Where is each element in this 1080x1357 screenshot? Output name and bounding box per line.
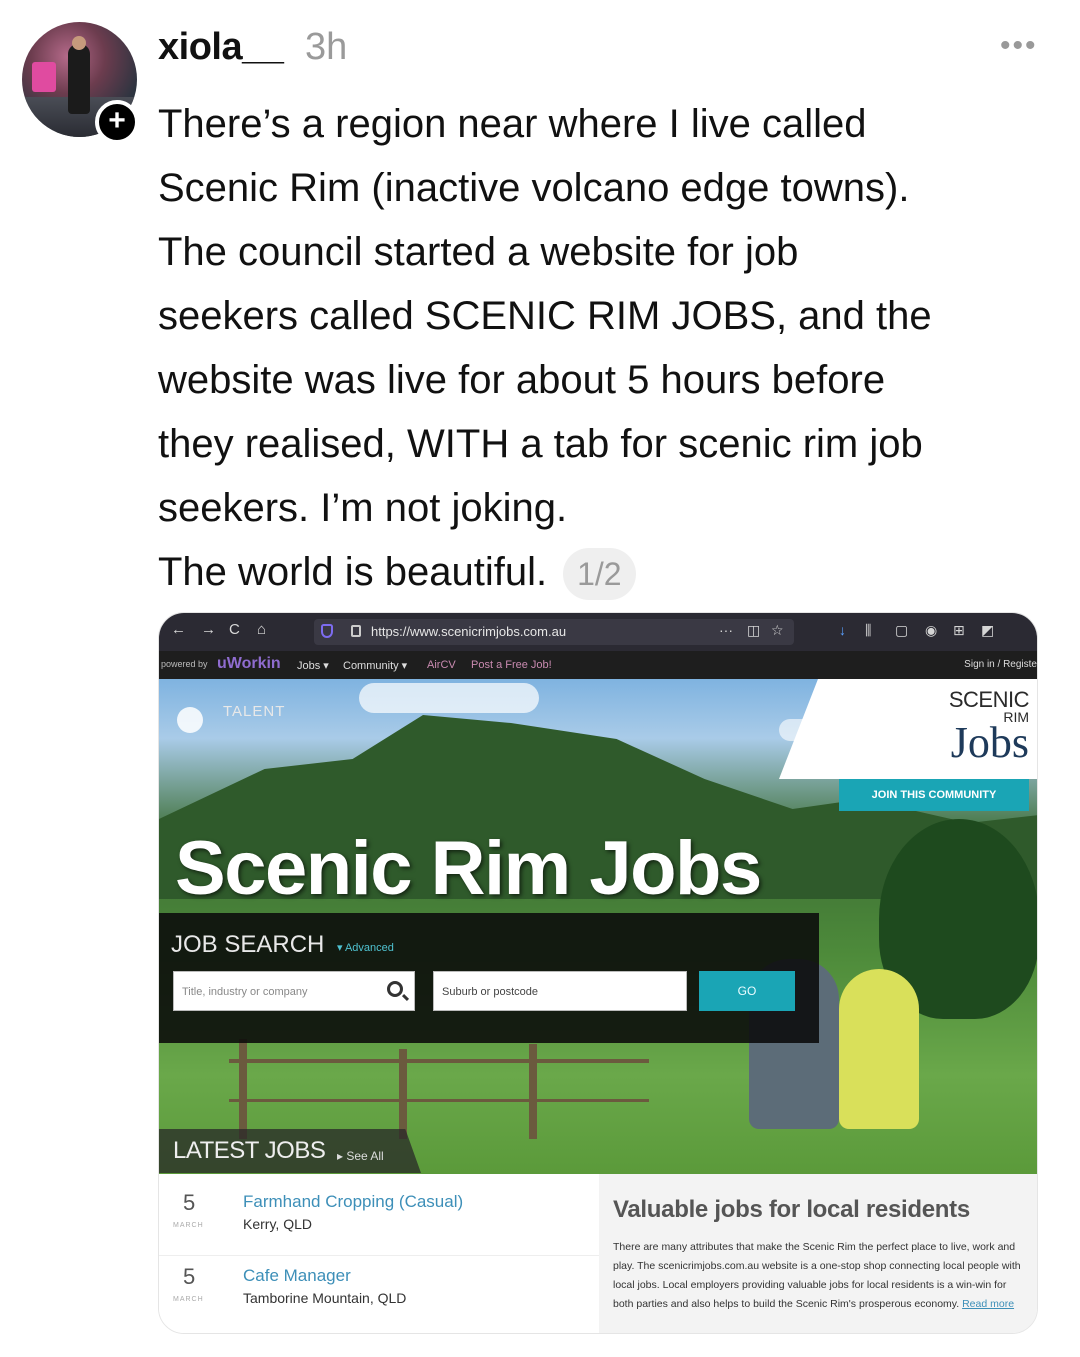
list-item: 5 MARCH Farmhand Cropping (Casual) Kerry… xyxy=(159,1186,599,1256)
sidebar-icon: ▢ xyxy=(895,622,909,638)
fence-post xyxy=(239,1039,247,1139)
nav-post-free-job: Post a Free Job! xyxy=(471,659,552,671)
more-dots-icon: ··· xyxy=(719,622,733,638)
post-line: There’s a region near where I live calle… xyxy=(158,102,867,146)
go-button: GO xyxy=(699,971,795,1011)
screenshot-icon: ◩ xyxy=(981,622,995,638)
account-icon: ◉ xyxy=(925,622,938,638)
timestamp: 3h xyxy=(305,26,348,68)
keyword-input: Title, industry or company xyxy=(173,971,415,1011)
post-line: The council started a website for job xyxy=(158,230,799,274)
see-all-link: ▸ See All xyxy=(337,1149,384,1163)
page-indicator: 1/2 xyxy=(563,548,636,601)
advanced-link: ▾ Advanced xyxy=(337,942,394,954)
info-body: There are many attributes that make the … xyxy=(613,1238,1025,1314)
post-line: they realised, WITH a tab for scenic rim… xyxy=(158,422,923,466)
job-month: MARCH xyxy=(173,1222,204,1229)
post-line: seekers. I’m not joking. xyxy=(158,486,568,530)
search-icon xyxy=(387,981,403,997)
site-logo: SCENIC RIM Jobs xyxy=(779,679,1037,779)
reload-icon: C xyxy=(229,621,240,638)
download-icon: ↓ xyxy=(839,622,846,638)
job-location: Tamborine Mountain, QLD xyxy=(243,1290,407,1306)
latest-jobs-list: 5 MARCH Farmhand Cropping (Casual) Kerry… xyxy=(159,1174,599,1333)
talent-logo-icon xyxy=(177,707,203,733)
username[interactable]: xiola__ xyxy=(158,26,284,69)
plus-icon[interactable]: + xyxy=(95,100,139,144)
info-text: There are many attributes that make the … xyxy=(613,1241,1021,1310)
shield-icon xyxy=(321,624,333,638)
info-panel: Valuable jobs for local residents There … xyxy=(599,1174,1037,1333)
hero-title: Scenic Rim Jobs xyxy=(175,826,762,911)
job-title-link: Farmhand Cropping (Casual) xyxy=(243,1192,464,1211)
info-heading: Valuable jobs for local residents xyxy=(613,1196,970,1223)
post-last-line: The world is beautiful. 1/2 xyxy=(158,540,1058,604)
location-input: Suburb or postcode xyxy=(433,971,687,1011)
job-day: 5 xyxy=(183,1264,196,1289)
star-icon: ☆ xyxy=(771,622,784,638)
fence-rail xyxy=(229,1059,649,1063)
avatar-head xyxy=(72,36,86,50)
post-line: website was live for about 5 hours befor… xyxy=(158,358,886,402)
more-dots-icon[interactable]: ••• xyxy=(1000,31,1038,61)
forward-icon: → xyxy=(201,621,216,638)
back-icon: ← xyxy=(171,621,186,638)
job-day: 5 xyxy=(183,1190,196,1215)
nav-sign-in: Sign in / Registe xyxy=(964,659,1037,670)
latest-jobs-bar: LATEST JOBS ▸ See All xyxy=(159,1129,421,1173)
post-line: seekers called SCENIC RIM JOBS, and the xyxy=(158,294,932,338)
read-more-link: Read more xyxy=(962,1298,1015,1310)
hero-banner: TALENT SCENIC RIM Jobs JOIN THIS COMMUNI… xyxy=(159,679,1037,1174)
powered-by-label: powered by xyxy=(161,659,208,669)
post-line: Scenic Rim (inactive volcano edge towns)… xyxy=(158,166,910,210)
site-brand: uWorkin xyxy=(217,655,281,672)
url-text: https://www.scenicrimjobs.com.au xyxy=(371,624,567,639)
nav-community: Community ▾ xyxy=(343,660,408,672)
job-search-title: JOB SEARCH xyxy=(171,931,325,958)
library-icon: ⫼ xyxy=(865,622,872,638)
fence-post xyxy=(529,1044,537,1139)
join-community-button: JOIN THIS COMMUNITY xyxy=(839,779,1029,811)
site-nav: powered by uWorkin Jobs ▾ Community ▾ Ai… xyxy=(159,651,1037,679)
post-line-text: The world is beautiful. xyxy=(158,550,548,594)
pocket-icon: ◫ xyxy=(747,622,761,638)
job-location: Kerry, QLD xyxy=(243,1216,312,1232)
talent-label: TALENT xyxy=(223,703,286,720)
cloud xyxy=(359,683,539,713)
person xyxy=(839,969,919,1129)
post-body: There’s a region near where I live calle… xyxy=(158,92,1058,604)
list-item: 5 MARCH Cafe Manager Tamborine Mountain,… xyxy=(159,1260,599,1330)
attached-image[interactable]: ← → C ⌂ https://www.scenicrimjobs.com.au… xyxy=(158,612,1038,1334)
browser-toolbar: ← → C ⌂ https://www.scenicrimjobs.com.au… xyxy=(159,613,1037,651)
job-title-link: Cafe Manager xyxy=(243,1266,351,1285)
job-search-panel: JOB SEARCH ▾ Advanced Title, industry or… xyxy=(159,913,819,1043)
job-month: MARCH xyxy=(173,1296,204,1303)
avatar-figure xyxy=(68,44,90,114)
fence-rail xyxy=(229,1099,649,1102)
home-icon: ⌂ xyxy=(257,621,267,638)
nav-aircv: AirCV xyxy=(427,659,456,671)
logo-jobs: Jobs xyxy=(950,718,1029,767)
fence-post xyxy=(399,1049,407,1139)
nav-jobs: Jobs ▾ xyxy=(297,660,329,672)
avatar-sign xyxy=(32,62,56,92)
lock-icon xyxy=(351,625,361,637)
extension-icon: ⊞ xyxy=(953,622,965,638)
latest-jobs-title: LATEST JOBS xyxy=(173,1137,326,1164)
